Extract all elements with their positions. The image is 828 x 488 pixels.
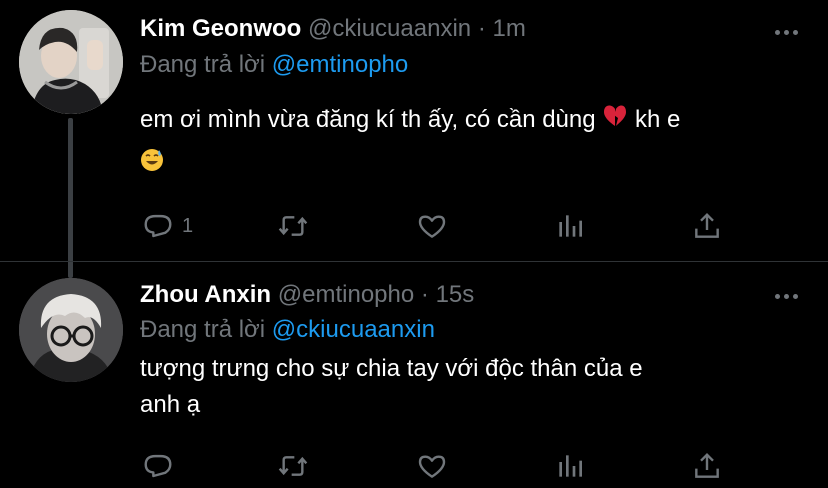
tweet-text-part: em ơi mình vừa đăng kí th ấy, có cần dùn… [140, 106, 603, 133]
like-button[interactable] [416, 210, 448, 242]
avatar-photo [19, 278, 123, 382]
more-icon[interactable] [775, 294, 798, 299]
mention-link[interactable]: @ckiucuaanxin [272, 316, 435, 343]
more-icon[interactable] [775, 30, 798, 35]
replying-to: Đang trả lời @ckiucuaanxin [140, 315, 435, 345]
replying-label: Đang trả lời [140, 51, 266, 78]
analytics-button[interactable] [554, 450, 586, 482]
tweet-zhou-anxin[interactable]: Zhou Anxin @emtinopho · 15s Đang trả lời… [0, 262, 828, 488]
timestamp[interactable]: 1m [492, 15, 525, 42]
thread-connector-line [68, 118, 73, 278]
avatar[interactable] [19, 10, 123, 114]
tweet-text-part: kh e [628, 106, 681, 133]
retweet-button[interactable] [276, 450, 310, 482]
tweet-text-line: anh ạ [140, 391, 201, 418]
analytics-icon [559, 455, 582, 477]
user-handle[interactable]: @emtinopho [278, 281, 414, 308]
tweet-text: em ơi mình vừa đăng kí th ấy, có cần dùn… [140, 98, 810, 187]
reply-icon [144, 214, 172, 238]
tweet-text: tượng trưng cho sự chia tay với độc thân… [140, 351, 810, 423]
share-icon [695, 212, 719, 238]
tweet-actions: 1 [140, 210, 730, 246]
mention-link[interactable]: @emtinopho [272, 51, 408, 78]
reply-count: 1 [182, 214, 194, 237]
like-icon [418, 455, 446, 478]
tweet-kim-geonwoo[interactable]: Kim Geonwoo @ckiucuaanxin · 1m Đang trả … [0, 0, 828, 278]
avatar[interactable] [19, 278, 123, 382]
retweet-icon [278, 216, 308, 236]
retweet-icon [278, 456, 308, 476]
display-name[interactable]: Zhou Anxin [140, 281, 271, 308]
broken-heart-emoji [602, 99, 628, 143]
timestamp[interactable]: 15s [436, 281, 475, 308]
share-button[interactable] [691, 450, 723, 482]
grinning-sweat-emoji [140, 143, 164, 187]
reply-button[interactable]: 1 [142, 210, 193, 242]
tweet-actions [140, 450, 730, 486]
analytics-icon [559, 215, 582, 237]
separator-dot: · [477, 15, 486, 42]
like-icon [418, 215, 446, 238]
reply-button[interactable] [142, 450, 182, 482]
retweet-button[interactable] [276, 210, 310, 242]
separator-dot: · [420, 281, 429, 308]
share-icon [695, 452, 719, 478]
display-name[interactable]: Kim Geonwoo [140, 15, 301, 42]
reply-thread: Kim Geonwoo @ckiucuaanxin · 1m Đang trả … [0, 0, 828, 488]
tweet-text-line: tượng trưng cho sự chia tay với độc thân… [140, 355, 643, 382]
user-handle[interactable]: @ckiucuaanxin [308, 15, 471, 42]
share-button[interactable] [691, 210, 723, 242]
like-button[interactable] [416, 450, 448, 482]
tweet-header: Kim Geonwoo @ckiucuaanxin · 1m [140, 14, 526, 44]
replying-label: Đang trả lời [140, 316, 266, 343]
analytics-button[interactable] [554, 210, 586, 242]
reply-icon [144, 454, 172, 478]
tweet-header: Zhou Anxin @emtinopho · 15s [140, 280, 474, 310]
replying-to: Đang trả lời @emtinopho [140, 50, 408, 80]
avatar-photo [19, 10, 123, 114]
